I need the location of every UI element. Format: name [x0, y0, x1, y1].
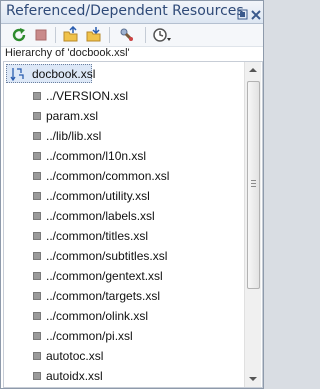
hierarchy-sort-icon [10, 66, 26, 82]
tree-item[interactable]: ../VERSION.xsl [29, 86, 239, 106]
grip-line [251, 183, 256, 184]
tree-item[interactable]: ../lib/lib.xsl [29, 126, 239, 146]
tree-item[interactable]: ../common/labels.xsl [29, 206, 239, 226]
toolbar-separator [109, 27, 110, 43]
close-icon[interactable] [250, 6, 262, 20]
toolbar-separator [55, 27, 56, 43]
file-node-icon [33, 152, 41, 160]
toolbar [1, 24, 263, 47]
hierarchy-label: Hierarchy of 'docbook.xsl' [5, 47, 130, 59]
file-node-icon [33, 312, 41, 320]
file-node-icon [33, 192, 41, 200]
grip-line [251, 186, 256, 187]
resource-tree[interactable]: docbook.xsl ../VERSION.xsl param.xsl ../… [3, 61, 263, 388]
tree-item[interactable]: ../common/titles.xsl [29, 226, 239, 246]
scrollbar-thumb[interactable] [247, 81, 260, 289]
root-label: docbook.xsl [32, 67, 96, 81]
panel-title: Referenced/Dependent Resources [6, 3, 244, 19]
toolbar-separator [145, 27, 146, 43]
tree-item-label: ../common/gentext.xsl [46, 269, 163, 283]
tree-item-label: ../VERSION.xsl [46, 89, 129, 103]
tree-item[interactable]: ../common/common.xsl [29, 166, 239, 186]
tree-root-node[interactable]: docbook.xsl [6, 64, 96, 83]
tree-item-label: ../common/titles.xsl [46, 229, 149, 243]
open-folder-alt-icon[interactable] [85, 26, 103, 44]
tree-item-label: autotoc.xsl [46, 349, 104, 363]
tree-item-label: ../common/olink.xsl [46, 309, 149, 323]
tree-item-label: autoidx.xsl [46, 369, 103, 383]
file-node-icon [33, 92, 41, 100]
file-node-icon [33, 272, 41, 280]
tree-item[interactable]: ../common/pi.xsl [29, 326, 239, 346]
grip-line [251, 180, 256, 181]
vertical-scrollbar[interactable] [244, 62, 261, 387]
panel-titlebar: Referenced/Dependent Resources [1, 1, 263, 24]
tree-item[interactable]: autotoc.xsl [29, 346, 239, 366]
history-dropdown-icon[interactable] [152, 26, 171, 44]
tree-item[interactable]: autoidx.xsl [29, 366, 239, 386]
refresh-icon[interactable] [10, 26, 28, 44]
file-node-icon [33, 112, 41, 120]
tree-item-label: ../common/subtitles.xsl [46, 249, 168, 263]
tree-item[interactable]: ../common/l10n.xsl [29, 146, 239, 166]
restore-icon[interactable] [237, 6, 249, 20]
file-node-icon [33, 232, 41, 240]
file-node-icon [33, 252, 41, 260]
file-node-icon [33, 372, 41, 380]
tree-item-label: ../common/pi.xsl [46, 329, 133, 343]
tree-item[interactable]: ../common/utility.xsl [29, 186, 239, 206]
tree-item-label: ../common/l10n.xsl [46, 149, 147, 163]
file-node-icon [33, 292, 41, 300]
scroll-up-icon[interactable] [245, 62, 261, 78]
dependencies-icon[interactable] [118, 26, 136, 44]
file-node-icon [33, 212, 41, 220]
stop-icon[interactable] [32, 26, 50, 44]
tree-item[interactable]: ../common/subtitles.xsl [29, 246, 239, 266]
tree-item-label: param.xsl [46, 109, 99, 123]
tree-item-label: ../common/common.xsl [46, 169, 170, 183]
open-folder-icon[interactable] [62, 25, 80, 44]
tree-item-label: ../common/labels.xsl [46, 209, 155, 223]
tree-item[interactable]: ../common/targets.xsl [29, 286, 239, 306]
resources-panel: Referenced/Dependent Resources Hierarchy… [0, 0, 264, 389]
tree-item[interactable]: param.xsl [29, 106, 239, 126]
tree-item-label: ../common/targets.xsl [46, 289, 161, 303]
tree-item[interactable]: ../common/gentext.xsl [29, 266, 239, 286]
scroll-down-icon[interactable] [245, 371, 261, 387]
tree-item-label: ../lib/lib.xsl [46, 129, 102, 143]
file-node-icon [33, 172, 41, 180]
file-node-icon [33, 332, 41, 340]
tree-item[interactable]: ../common/olink.xsl [29, 306, 239, 326]
tree-item-label: ../common/utility.xsl [46, 189, 150, 203]
file-node-icon [33, 132, 41, 140]
file-node-icon [33, 352, 41, 360]
